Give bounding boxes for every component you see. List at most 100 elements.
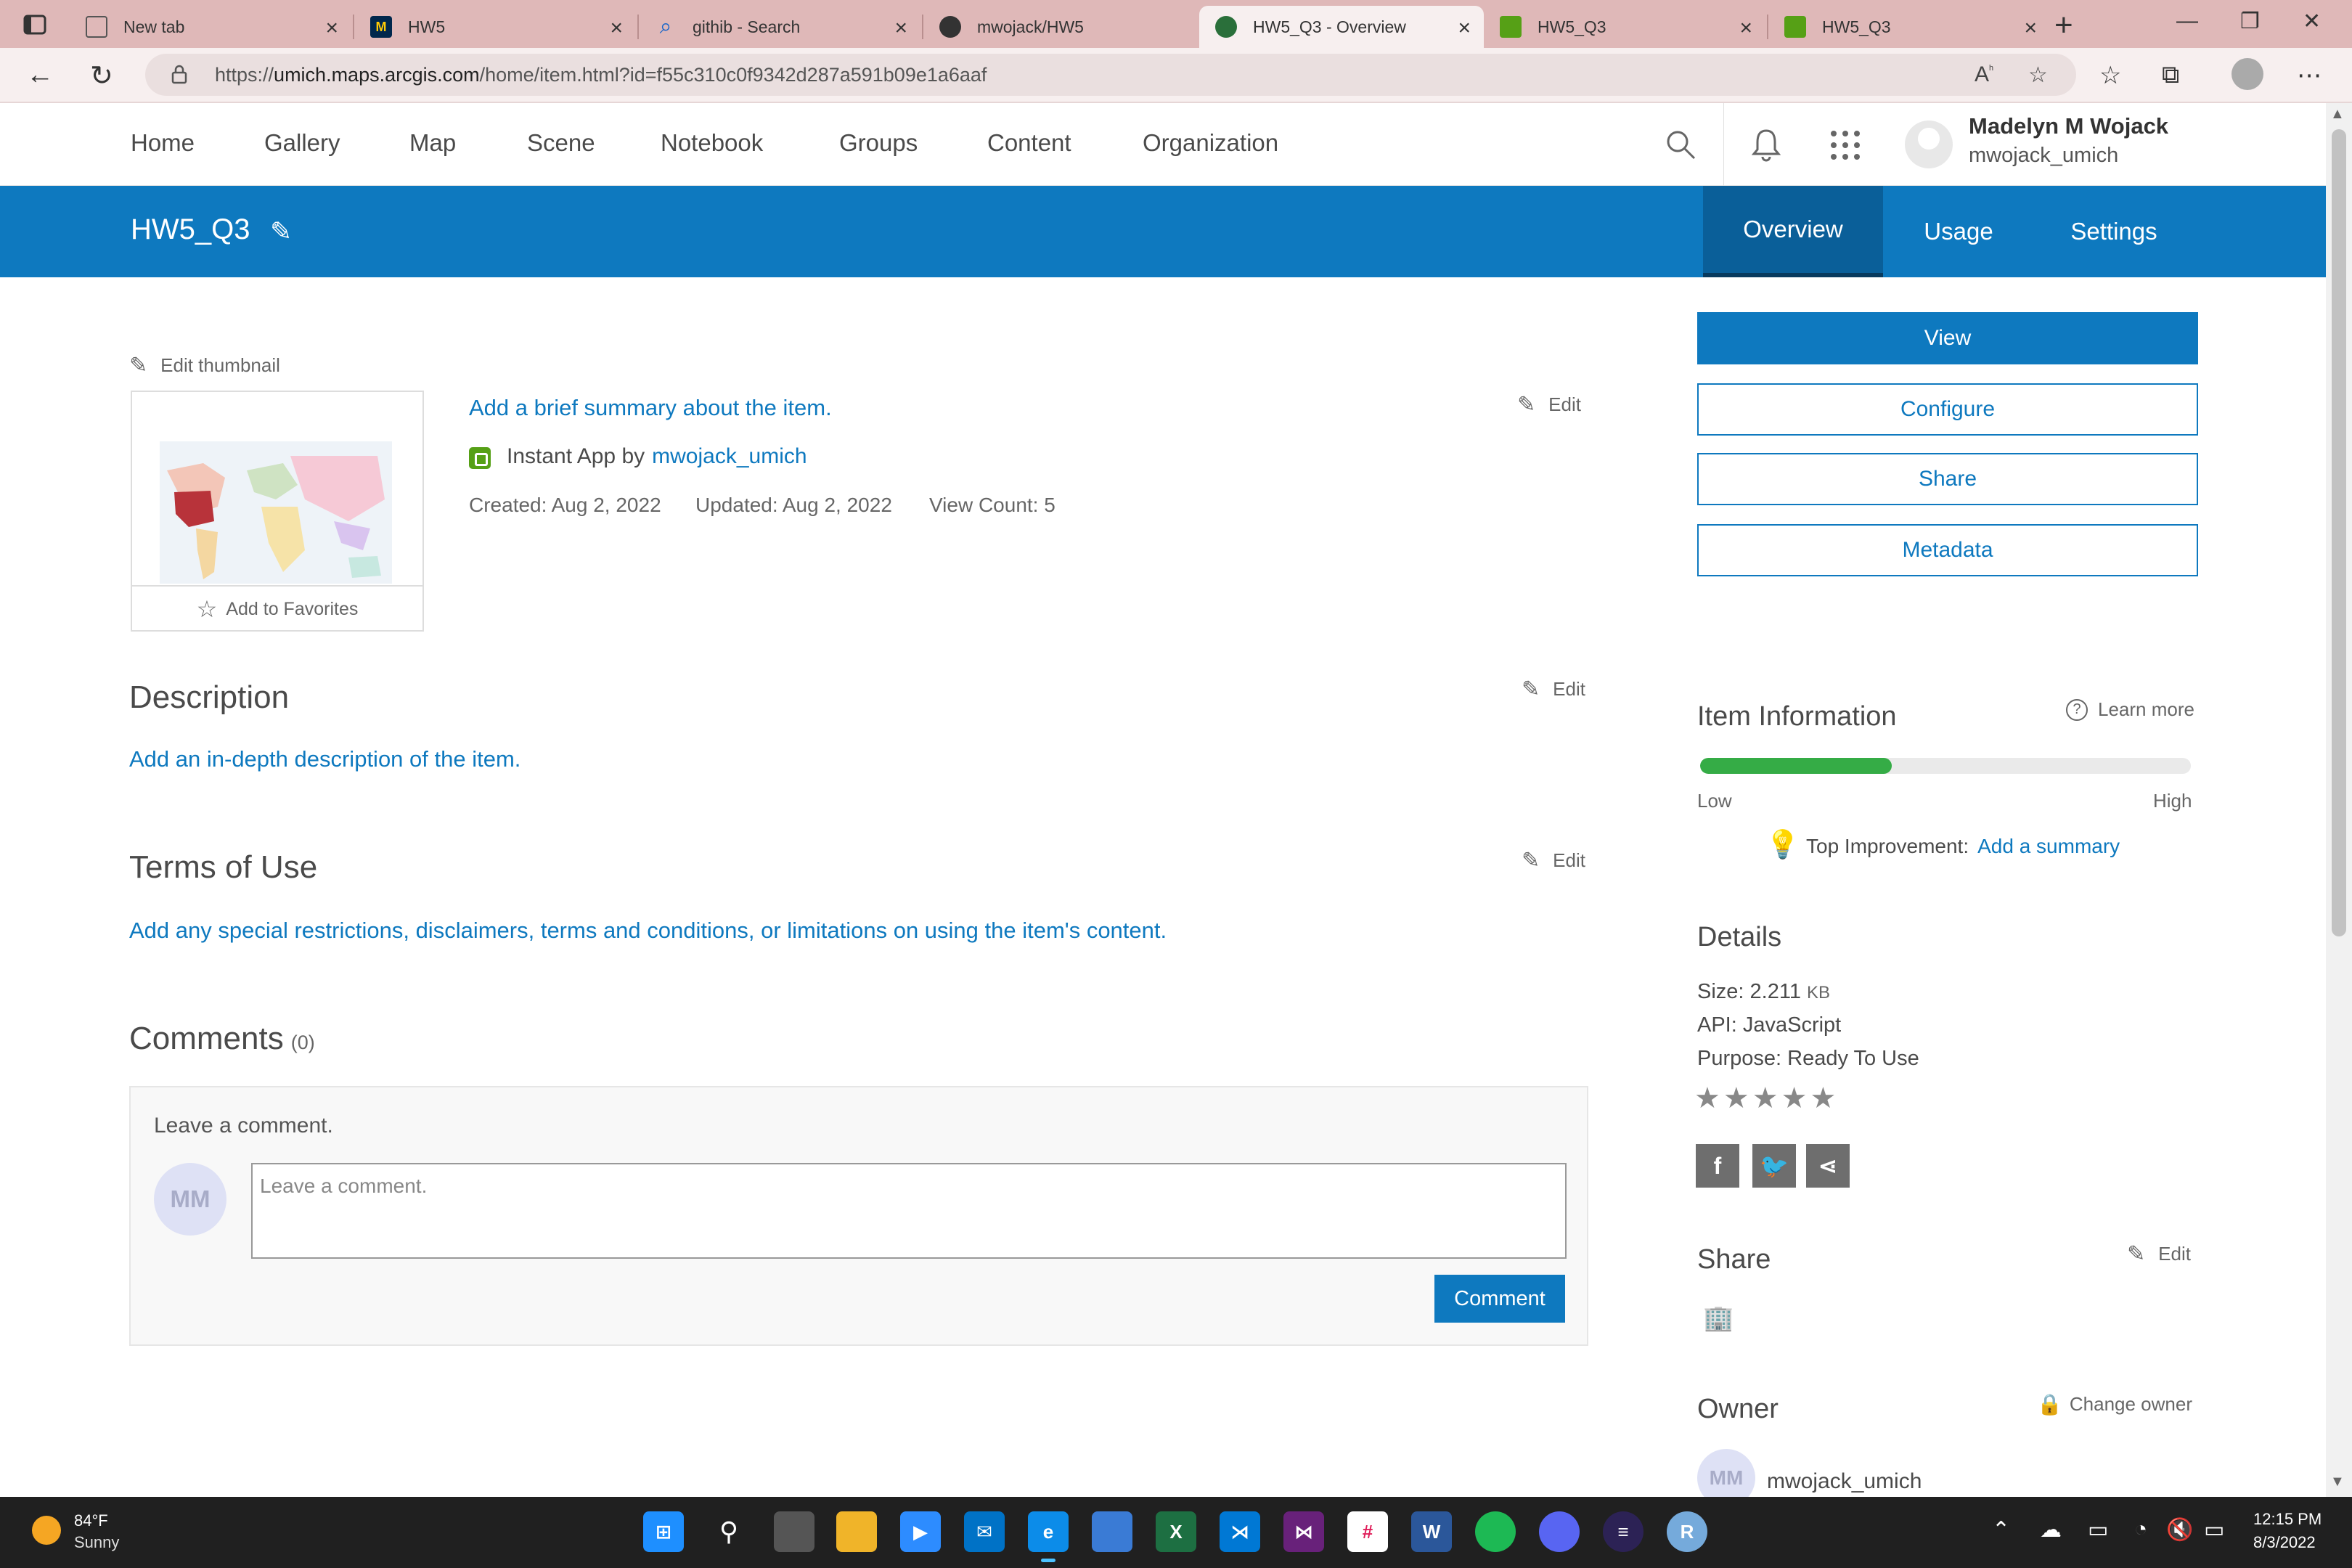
windows-start-icon[interactable]: ⊞ <box>643 1511 684 1552</box>
nav-gallery[interactable]: Gallery <box>264 129 340 157</box>
close-icon[interactable]: × <box>610 16 623 41</box>
nav-map[interactable]: Map <box>409 129 456 157</box>
clock-time[interactable]: 12:15 PM <box>2253 1510 2322 1529</box>
owner-name[interactable]: mwojack_umich <box>1767 1469 1922 1494</box>
share-link-icon[interactable]: ⋖ <box>1806 1144 1850 1188</box>
more-options-icon[interactable]: ⋯ <box>2297 61 2322 90</box>
add-to-favorites-button[interactable]: ☆ Add to Favorites <box>132 585 422 632</box>
configure-button[interactable]: Configure <box>1697 383 2198 436</box>
battery-icon[interactable]: ▭ <box>2204 1517 2224 1543</box>
edit-terms-button[interactable]: ✎ Edit <box>1522 848 1585 873</box>
microsoft-store-icon[interactable] <box>1092 1511 1132 1552</box>
r-app-icon[interactable]: R <box>1667 1511 1707 1552</box>
vscode-icon[interactable]: ⋊ <box>1220 1511 1260 1552</box>
minimize-icon[interactable]: — <box>2176 9 2198 33</box>
scroll-thumb[interactable] <box>2332 129 2346 936</box>
browser-tab-github-repo[interactable]: mwojack/HW5 <box>923 6 1205 48</box>
collections-icon[interactable]: ⧉ <box>2162 61 2179 89</box>
visual-studio-icon[interactable]: ⋈ <box>1283 1511 1324 1552</box>
change-owner-button[interactable]: 🔒 Change owner <box>2037 1392 2192 1416</box>
browser-tab-app-1[interactable]: HW5_Q3 × <box>1484 6 1765 48</box>
spotify-icon[interactable] <box>1475 1511 1516 1552</box>
tab-actions-icon[interactable] <box>20 10 49 39</box>
owner-link[interactable]: mwojack_umich <box>652 444 807 468</box>
volume-muted-icon[interactable]: 🔇 <box>2166 1517 2193 1543</box>
tab-settings[interactable]: Settings <box>2034 186 2194 277</box>
display-icon[interactable]: ▭ <box>2088 1517 2108 1543</box>
comment-button[interactable]: Comment <box>1434 1275 1565 1323</box>
add-favorite-icon[interactable]: ☆ <box>2028 62 2048 88</box>
file-explorer-icon[interactable] <box>836 1511 877 1552</box>
restore-icon[interactable]: ❐ <box>2240 9 2260 34</box>
edit-thumbnail-button[interactable]: ✎ Edit thumbnail <box>129 353 280 378</box>
view-button[interactable]: View <box>1697 312 2198 364</box>
add-description-link[interactable]: Add an in-depth description of the item. <box>129 746 520 772</box>
search-icon[interactable]: ⚲ <box>709 1511 749 1552</box>
refresh-icon[interactable]: ↻ <box>90 60 113 92</box>
edit-description-button[interactable]: ✎ Edit <box>1522 677 1585 702</box>
user-name[interactable]: Madelyn M Wojack <box>1969 113 2168 139</box>
wifi-icon[interactable]: ◔ <box>2134 1517 2147 1542</box>
page-scrollbar[interactable]: ▲ ▼ <box>2326 103 2352 1497</box>
rating-stars[interactable]: ★★★★★ <box>1694 1082 1839 1115</box>
add-terms-link[interactable]: Add any special restrictions, disclaimer… <box>129 918 1167 944</box>
edge-browser-icon[interactable]: e <box>1028 1511 1069 1562</box>
clock-date[interactable]: 8/3/2022 <box>2253 1533 2316 1552</box>
facebook-icon[interactable]: f <box>1696 1144 1739 1188</box>
metadata-button[interactable]: Metadata <box>1697 524 2198 576</box>
browser-tab-hw5[interactable]: M HW5 × <box>354 6 636 48</box>
chevron-up-icon[interactable]: ⌃ <box>1992 1517 2010 1543</box>
twitter-icon[interactable]: 🐦 <box>1752 1144 1796 1188</box>
task-view-icon[interactable] <box>774 1511 814 1552</box>
read-aloud-icon[interactable]: Aʰ <box>1975 62 1993 87</box>
address-bar[interactable]: https://umich.maps.arcgis.com/home/item.… <box>145 54 2076 96</box>
tab-usage[interactable]: Usage <box>1883 186 2034 277</box>
close-icon[interactable]: × <box>1739 16 1752 41</box>
nav-groups[interactable]: Groups <box>839 129 918 157</box>
browser-tab-overview[interactable]: HW5_Q3 - Overview × <box>1199 6 1484 48</box>
scroll-up-arrow-icon[interactable]: ▲ <box>2330 106 2345 123</box>
scroll-down-arrow-icon[interactable]: ▼ <box>2330 1474 2345 1490</box>
weather-temperature[interactable]: 84°F <box>74 1511 108 1530</box>
close-icon[interactable]: × <box>325 16 338 41</box>
nav-organization[interactable]: Organization <box>1143 129 1278 157</box>
onedrive-cloud-icon[interactable]: ☁ <box>2040 1517 2062 1543</box>
excel-icon[interactable]: X <box>1156 1511 1196 1552</box>
edit-share-button[interactable]: ✎ Edit <box>2127 1241 2191 1267</box>
window-close-icon[interactable]: ✕ <box>2303 9 2321 34</box>
word-icon[interactable]: W <box>1411 1511 1452 1552</box>
learn-more-link[interactable]: ? Learn more <box>2066 698 2194 721</box>
add-summary-improvement-link[interactable]: Add a summary <box>1977 835 2120 857</box>
favorites-icon[interactable]: ☆ <box>2099 61 2121 90</box>
new-tab-plus-icon[interactable]: + <box>2054 7 2073 44</box>
back-arrow-icon[interactable]: ← <box>26 60 54 91</box>
browser-tab-app-2[interactable]: HW5_Q3 × <box>1768 6 2050 48</box>
profile-avatar[interactable] <box>2231 58 2263 90</box>
add-summary-link[interactable]: Add a brief summary about the item. <box>469 395 832 421</box>
browser-tab-github-search[interactable]: ⌕ githib - Search × <box>639 6 920 48</box>
nav-home[interactable]: Home <box>131 129 195 157</box>
mail-icon[interactable]: ✉ <box>964 1511 1005 1552</box>
notifications-bell-icon[interactable] <box>1749 126 1783 163</box>
browser-tab-new-tab[interactable]: New tab × <box>70 6 351 48</box>
share-button[interactable]: Share <box>1697 453 2198 505</box>
close-icon[interactable]: × <box>2024 16 2037 41</box>
sun-icon[interactable] <box>32 1516 61 1545</box>
eclipse-icon[interactable]: ≡ <box>1603 1511 1643 1552</box>
tab-overview[interactable]: Overview <box>1703 186 1883 277</box>
url-text[interactable]: https://umich.maps.arcgis.com/home/item.… <box>215 64 987 86</box>
close-icon[interactable]: × <box>894 16 907 41</box>
nav-content[interactable]: Content <box>987 129 1071 157</box>
comment-textarea[interactable]: Leave a comment. <box>251 1163 1567 1259</box>
nav-notebook[interactable]: Notebook <box>661 129 763 157</box>
edit-title-pencil-icon[interactable]: ✎ <box>270 216 292 247</box>
nav-scene[interactable]: Scene <box>527 129 595 157</box>
app-launcher-icon[interactable] <box>1829 129 1861 161</box>
search-icon[interactable] <box>1664 128 1697 161</box>
slack-icon[interactable]: # <box>1347 1511 1388 1552</box>
discord-icon[interactable] <box>1539 1511 1580 1552</box>
edit-summary-button[interactable]: ✎ Edit <box>1517 392 1581 417</box>
close-icon[interactable]: × <box>1458 16 1471 41</box>
weather-condition[interactable]: Sunny <box>74 1533 119 1552</box>
zoom-icon[interactable]: ▶ <box>900 1511 941 1552</box>
